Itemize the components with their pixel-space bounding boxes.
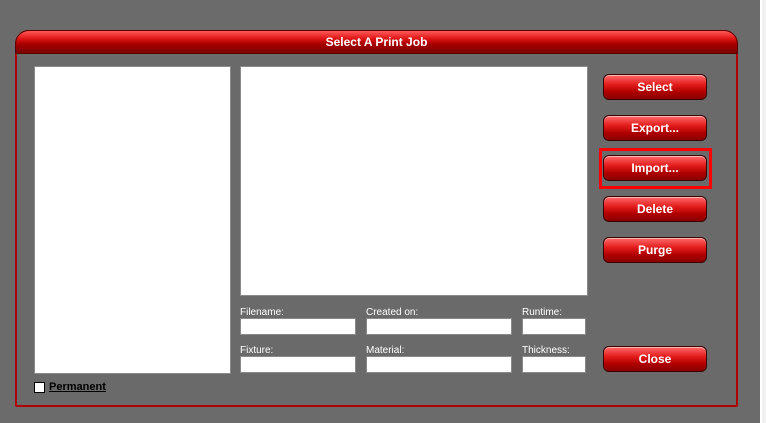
fixture-field[interactable] (240, 356, 356, 373)
import-button[interactable]: Import... (603, 155, 707, 181)
close-button[interactable]: Close (603, 346, 707, 372)
thickness-label: Thickness: (522, 345, 570, 356)
job-preview-pane (240, 66, 588, 296)
purge-button[interactable]: Purge (603, 237, 707, 263)
permanent-option[interactable]: Permanent (34, 381, 106, 393)
permanent-label[interactable]: Permanent (49, 381, 106, 393)
select-button[interactable]: Select (603, 74, 707, 100)
material-label: Material: (366, 345, 405, 356)
created-on-label: Created on: (366, 307, 419, 318)
created-on-field[interactable] (366, 318, 512, 335)
thickness-field[interactable] (522, 356, 586, 373)
runtime-label: Runtime: (522, 307, 563, 318)
desktop-background: Select A Print Job Filename: Created on:… (0, 0, 762, 423)
material-field[interactable] (366, 356, 512, 373)
delete-button[interactable]: Delete (603, 196, 707, 222)
select-print-job-dialog: Select A Print Job Filename: Created on:… (15, 30, 738, 407)
filename-field[interactable] (240, 318, 356, 335)
print-job-list[interactable] (34, 66, 231, 374)
fixture-label: Fixture: (240, 345, 274, 356)
filename-label: Filename: (240, 307, 284, 318)
export-button[interactable]: Export... (603, 115, 707, 141)
runtime-field[interactable] (522, 318, 586, 335)
dialog-title: Select A Print Job (15, 30, 738, 54)
permanent-checkbox[interactable] (34, 381, 45, 393)
